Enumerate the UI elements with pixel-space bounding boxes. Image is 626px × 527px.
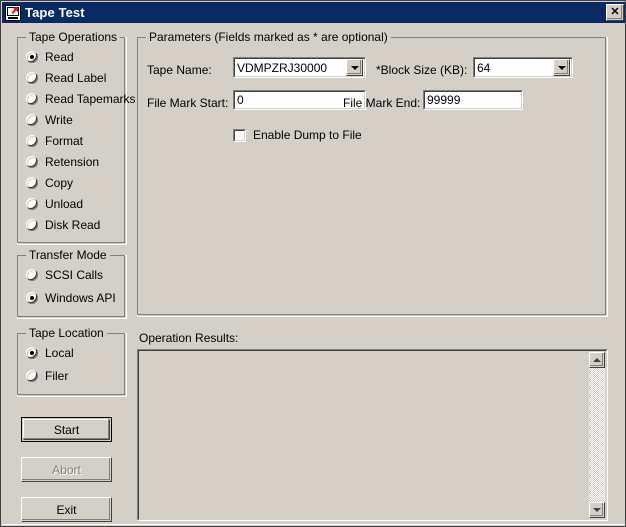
radio-indicator (26, 114, 38, 126)
radio-scsi-calls[interactable]: SCSI Calls (26, 268, 103, 282)
radio-label: SCSI Calls (45, 268, 103, 282)
radio-label: Write (45, 113, 73, 127)
radio-indicator (26, 269, 38, 281)
radio-indicator (26, 135, 38, 147)
abort-button[interactable]: Abort (21, 457, 112, 482)
triangle-up-icon (593, 358, 601, 362)
results-vertical-scrollbar[interactable] (589, 352, 605, 518)
chevron-down-icon[interactable] (346, 59, 363, 76)
operation-results-text (141, 352, 587, 518)
radio-read-tapemarks[interactable]: Read Tapemarks (26, 92, 136, 106)
triangle-down-icon (593, 508, 601, 512)
checkbox-indicator (233, 129, 246, 142)
enable-dump-to-file-label: Enable Dump to File (253, 128, 362, 142)
start-button[interactable]: Start (21, 417, 112, 442)
radio-indicator (26, 177, 38, 189)
radio-label: Unload (45, 197, 83, 211)
radio-local[interactable]: Local (26, 346, 74, 360)
operation-results-label: Operation Results: (139, 331, 238, 345)
tape-test-window: Tape Test ✕ Tape Operations Read Read La… (0, 0, 626, 527)
file-mark-start-value: 0 (237, 93, 244, 107)
transfer-mode-legend: Transfer Mode (26, 249, 110, 262)
dialog-client-area: Tape Operations Read Read Label Read Tap… (2, 23, 626, 526)
transfer-mode-group: Transfer Mode SCSI Calls Windows API (17, 255, 127, 319)
radio-indicator (26, 51, 38, 63)
exit-button[interactable]: Exit (21, 497, 112, 522)
radio-disk-read[interactable]: Disk Read (26, 218, 100, 232)
file-mark-end-label: File Mark End: (343, 96, 420, 110)
exit-button-label: Exit (56, 503, 76, 517)
close-button[interactable]: ✕ (606, 4, 624, 21)
tape-location-legend: Tape Location (26, 327, 107, 340)
radio-label: Format (45, 134, 83, 148)
start-button-label: Start (54, 423, 79, 437)
file-mark-end-value: 99999 (427, 93, 460, 107)
parameters-legend: Parameters (Fields marked as * are optio… (146, 31, 391, 44)
radio-indicator (26, 198, 38, 210)
scroll-up-button[interactable] (589, 352, 605, 368)
tape-operations-group: Tape Operations Read Read Label Read Tap… (17, 37, 127, 245)
radio-indicator (26, 347, 38, 359)
radio-label: Read Label (45, 71, 106, 85)
window-title: Tape Test (25, 5, 85, 21)
block-size-value: 64 (474, 61, 553, 75)
radio-label: Local (45, 346, 74, 360)
radio-label: Windows API (45, 291, 116, 305)
radio-label: Retension (45, 155, 99, 169)
radio-filer[interactable]: Filer (26, 369, 68, 383)
radio-label: Read Tapemarks (45, 92, 136, 106)
tape-location-group: Tape Location Local Filer (17, 333, 127, 397)
enable-dump-to-file-checkbox[interactable]: Enable Dump to File (233, 128, 362, 142)
block-size-combo[interactable]: 64 (473, 57, 573, 78)
radio-label: Disk Read (45, 218, 100, 232)
radio-read[interactable]: Read (26, 50, 74, 64)
radio-indicator (26, 156, 38, 168)
tape-operations-legend: Tape Operations (26, 31, 120, 44)
abort-button-label: Abort (52, 463, 81, 477)
parameters-group: Parameters (Fields marked as * are optio… (137, 37, 608, 317)
chevron-down-icon[interactable] (553, 59, 570, 76)
tape-monitor-icon (5, 5, 21, 21)
radio-label: Copy (45, 176, 73, 190)
radio-indicator (26, 93, 38, 105)
file-mark-start-label: File Mark Start: (147, 96, 228, 110)
radio-write[interactable]: Write (26, 113, 73, 127)
radio-copy[interactable]: Copy (26, 176, 73, 190)
window-titlebar[interactable]: Tape Test ✕ (2, 2, 626, 23)
tape-name-value: VDMPZRJ30000 (234, 61, 346, 75)
close-icon: ✕ (607, 5, 623, 20)
file-mark-end-input[interactable]: 99999 (423, 90, 523, 110)
radio-indicator (26, 72, 38, 84)
radio-indicator (26, 370, 38, 382)
radio-indicator (26, 219, 38, 231)
radio-label: Filer (45, 369, 68, 383)
tape-name-combo[interactable]: VDMPZRJ30000 (233, 57, 366, 78)
radio-read-label[interactable]: Read Label (26, 71, 106, 85)
block-size-label: *Block Size (KB): (376, 63, 467, 77)
tape-name-label: Tape Name: (147, 63, 212, 77)
radio-label: Read (45, 50, 74, 64)
scroll-down-button[interactable] (589, 502, 605, 518)
radio-unload[interactable]: Unload (26, 197, 83, 211)
radio-format[interactable]: Format (26, 134, 83, 148)
radio-windows-api[interactable]: Windows API (26, 291, 116, 305)
operation-results-textarea[interactable] (137, 349, 608, 521)
radio-retension[interactable]: Retension (26, 155, 99, 169)
radio-indicator (26, 292, 38, 304)
client-bottom-edge (2, 524, 626, 526)
